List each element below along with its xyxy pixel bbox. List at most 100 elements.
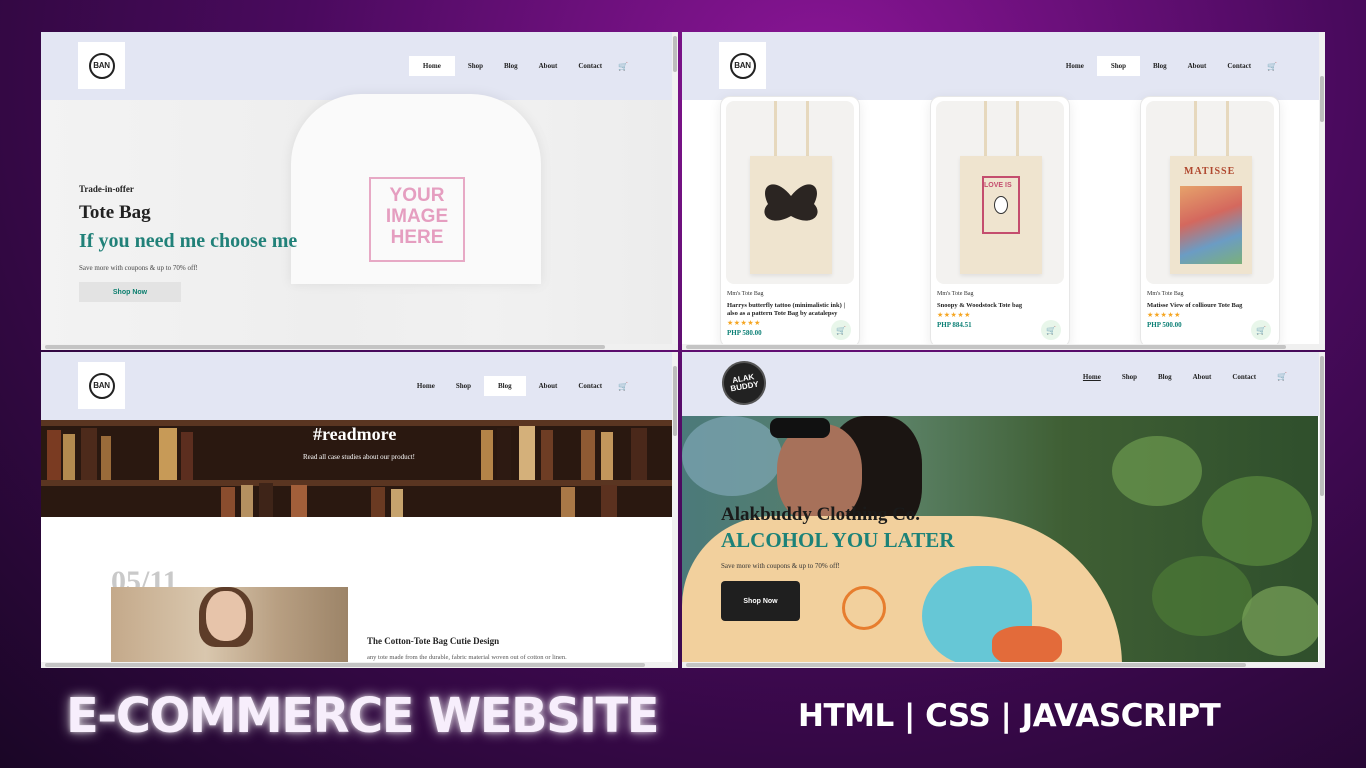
- tote-bag-image: LOVE IS: [960, 156, 1042, 274]
- nav-contact[interactable]: Contact: [570, 376, 610, 396]
- add-to-cart-button[interactable]: 🛒: [831, 320, 851, 340]
- product-brand: Mm's Tote Bag: [1147, 291, 1184, 297]
- add-to-cart-button[interactable]: 🛒: [1041, 320, 1061, 340]
- navbar: BAN Home Shop Blog About Contact 🛒: [682, 32, 1325, 100]
- nav-home[interactable]: Home: [1058, 56, 1092, 76]
- cart-icon[interactable]: 🛒: [1267, 62, 1277, 71]
- logo[interactable]: BAN: [719, 42, 766, 89]
- rating-stars: ★★★★★: [1147, 311, 1181, 319]
- nav-menu: Home Shop Blog About Contact 🛒: [404, 56, 628, 76]
- product-price: PHP 580.00: [727, 329, 762, 337]
- logo-mark: BAN: [729, 52, 756, 79]
- nav-contact[interactable]: Contact: [570, 56, 610, 76]
- nav-about[interactable]: About: [531, 56, 566, 76]
- product-card[interactable]: LOVE IS Mm's Tote Bag Snoopy & Woodstock…: [930, 96, 1070, 348]
- rating-stars: ★★★★★: [727, 319, 761, 327]
- logo-mark: BAN: [88, 52, 115, 79]
- screenshot-alakbuddy: ALAK BUDDY Home Shop Blog About Contact …: [682, 352, 1325, 668]
- hero-note: Save more with coupons & up to 70% off!: [79, 264, 198, 272]
- hero-subtitle: ALCOHOL YOU LATER: [721, 528, 955, 552]
- nav-menu: Home Shop Blog About Contact 🛒: [1053, 56, 1277, 76]
- vertical-scrollbar[interactable]: [1319, 352, 1325, 668]
- blog-post-image: [111, 587, 348, 667]
- cart-icon[interactable]: 🛒: [618, 382, 628, 391]
- nav-blog[interactable]: Blog: [496, 56, 526, 76]
- hero-small-text: Trade-in-offer: [79, 184, 134, 194]
- nav-shop[interactable]: Shop: [448, 376, 479, 396]
- thumbnail-title: E-COMMERCE WEBSITE: [66, 688, 660, 744]
- vertical-scrollbar[interactable]: [1319, 32, 1325, 350]
- banner-title: #readmore: [313, 424, 397, 444]
- hero-note: Save more with coupons & up to 70% off!: [721, 562, 840, 570]
- nav-shop[interactable]: Shop: [460, 56, 491, 76]
- logo[interactable]: BAN: [78, 42, 125, 89]
- nav-menu: Home Shop Blog About Contact 🛒: [1062, 372, 1287, 381]
- product-brand: Mm's Tote Bag: [727, 291, 764, 297]
- product-price: PHP 884.51: [937, 321, 972, 329]
- shirt-print-mouth: [992, 626, 1062, 662]
- product-card[interactable]: MATISSE Mm's Tote Bag Matisse View of co…: [1140, 96, 1280, 348]
- nav-contact[interactable]: Contact: [1232, 373, 1256, 381]
- banner-subtitle: Read all case studies about our product!: [303, 453, 415, 461]
- tote-bag-image: MATISSE: [1170, 156, 1252, 274]
- hero-title: Alakbuddy Clothing Co.: [721, 504, 921, 525]
- logo[interactable]: ALAK BUDDY: [718, 357, 770, 409]
- tote-bag-image: [750, 156, 832, 274]
- product-image: MATISSE: [1146, 101, 1274, 284]
- vertical-scrollbar[interactable]: [672, 32, 678, 350]
- sunglasses: [770, 418, 830, 438]
- navbar: ALAK BUDDY Home Shop Blog About Contact …: [682, 352, 1325, 416]
- product-card[interactable]: Mm's Tote Bag Harrys butterfly tattoo (m…: [720, 96, 860, 348]
- navbar: BAN Home Shop Blog About Contact 🛒: [41, 352, 678, 420]
- logo[interactable]: BAN: [78, 362, 125, 409]
- screenshot-shop: BAN Home Shop Blog About Contact 🛒 Mm's …: [682, 32, 1325, 350]
- product-price: PHP 500.00: [1147, 321, 1182, 329]
- nav-about[interactable]: About: [1180, 56, 1215, 76]
- post-title[interactable]: The Cotton-Tote Bag Cutie Design: [367, 636, 499, 646]
- horizontal-scrollbar[interactable]: [41, 662, 678, 668]
- product-image: [726, 101, 854, 284]
- navbar: BAN Home Shop Blog About Contact 🛒: [41, 32, 678, 100]
- add-to-cart-button[interactable]: 🛒: [1251, 320, 1271, 340]
- nav-blog[interactable]: Blog: [1145, 56, 1175, 76]
- matisse-painting: [1180, 186, 1242, 264]
- nav-about[interactable]: About: [1193, 373, 1212, 381]
- cart-icon[interactable]: 🛒: [618, 62, 628, 71]
- rating-stars: ★★★★★: [937, 311, 971, 319]
- shop-now-button[interactable]: Shop Now: [79, 282, 181, 302]
- model-face: [206, 591, 246, 641]
- tech-stack-label: HTML | CSS | JAVASCRIPT: [798, 698, 1221, 734]
- product-brand: Mm's Tote Bag: [937, 291, 974, 297]
- product-image: LOVE IS: [936, 101, 1064, 284]
- nav-home[interactable]: Home: [1083, 373, 1101, 381]
- shirt-print: YOUR IMAGE HERE: [369, 177, 465, 262]
- vertical-scrollbar[interactable]: [672, 352, 678, 668]
- snoopy-print: [994, 196, 1008, 214]
- hero-title: Tote Bag: [79, 202, 151, 223]
- horizontal-scrollbar[interactable]: [682, 662, 1325, 668]
- product-name: Harrys butterfly tattoo (minimalistic in…: [727, 302, 845, 317]
- cart-icon[interactable]: 🛒: [1277, 372, 1287, 381]
- nav-contact[interactable]: Contact: [1219, 56, 1259, 76]
- nav-blog[interactable]: Blog: [484, 376, 526, 396]
- nav-blog[interactable]: Blog: [1158, 373, 1172, 381]
- screenshot-blog: BAN Home Shop Blog About Contact 🛒 #read…: [41, 352, 678, 668]
- love-print-text: LOVE IS: [984, 182, 1012, 189]
- butterfly-print: [764, 184, 818, 221]
- shop-now-button[interactable]: Shop Now: [721, 581, 800, 621]
- nav-about[interactable]: About: [531, 376, 566, 396]
- horizontal-scrollbar[interactable]: [41, 344, 678, 350]
- nav-menu: Home Shop Blog About Contact 🛒: [404, 376, 628, 396]
- horizontal-scrollbar[interactable]: [682, 344, 1325, 350]
- nav-shop[interactable]: Shop: [1122, 373, 1137, 381]
- nav-home[interactable]: Home: [409, 376, 443, 396]
- nav-shop[interactable]: Shop: [1096, 56, 1140, 76]
- screenshot-home: BAN Home Shop Blog About Contact 🛒 YOUR …: [41, 32, 678, 350]
- hero-subtitle: If you need me choose me: [79, 230, 298, 252]
- logo-mark: BAN: [88, 372, 115, 399]
- matisse-print-text: MATISSE: [1184, 166, 1236, 177]
- nav-home[interactable]: Home: [408, 56, 455, 76]
- product-name: Snoopy & Woodstock Tote bag: [937, 302, 1023, 309]
- post-excerpt: any tote made from the durable, fabric m…: [367, 654, 567, 661]
- product-name: Matisse View of collioure Tote Bag: [1147, 302, 1243, 309]
